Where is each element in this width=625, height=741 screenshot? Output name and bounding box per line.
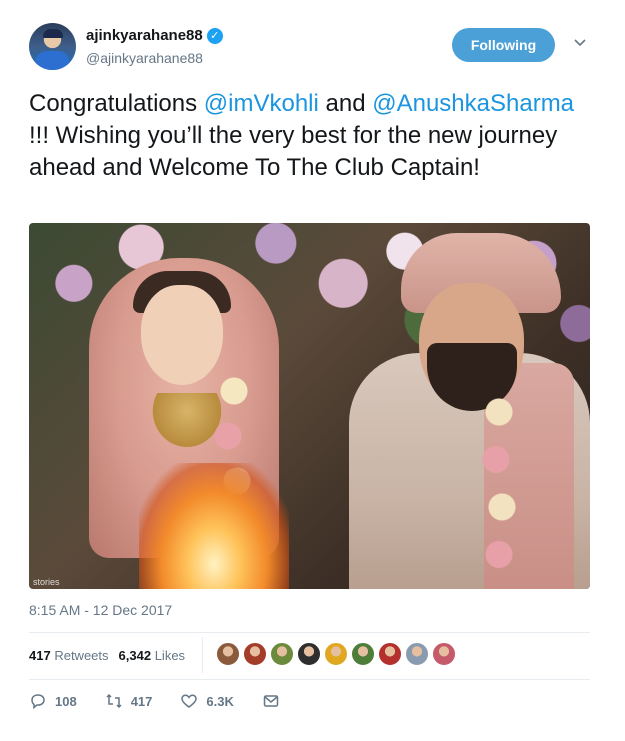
chevron-down-icon[interactable] xyxy=(572,34,588,50)
liker-avatar[interactable] xyxy=(351,642,375,666)
direct-message-button[interactable] xyxy=(262,692,280,710)
like-button[interactable]: 6.3K xyxy=(180,692,234,710)
tweet-text-part: and xyxy=(318,90,373,117)
display-name[interactable]: ajinkyarahane88 ✓ xyxy=(86,27,223,44)
liker-avatar[interactable] xyxy=(270,642,294,666)
liker-avatar[interactable] xyxy=(297,642,321,666)
sacred-fire xyxy=(139,463,289,589)
tweet-text: Congratulations @imVkohli and @AnushkaSh… xyxy=(29,88,599,184)
photo-watermark: stories xyxy=(33,577,60,587)
reply-icon xyxy=(31,694,45,710)
retweet-icon xyxy=(106,693,122,709)
profile-avatar[interactable] xyxy=(29,23,76,70)
retweet-count: 417 xyxy=(130,693,153,709)
tweet-text-part: Congratulations xyxy=(29,90,204,117)
bride-face xyxy=(141,285,223,385)
like-count: 6.3K xyxy=(206,693,234,709)
user-handle[interactable]: @ajinkyarahane88 xyxy=(86,50,203,66)
verified-badge-icon: ✓ xyxy=(206,27,223,44)
reply-button[interactable]: 108 xyxy=(29,692,77,710)
stats-separator xyxy=(202,637,203,673)
retweets-stat[interactable]: 417 Retweets xyxy=(29,648,109,663)
divider xyxy=(29,632,590,633)
direct-message-icon xyxy=(263,695,279,707)
liker-avatar[interactable] xyxy=(243,642,267,666)
like-icon xyxy=(181,694,198,708)
engagement-stats: 417 Retweets 6,342 Likes xyxy=(29,648,185,663)
liker-avatars xyxy=(216,642,456,666)
mention-link[interactable]: @AnushkaSharma xyxy=(372,90,574,117)
display-name-text: ajinkyarahane88 xyxy=(86,27,203,44)
likes-label: Likes xyxy=(154,648,186,663)
liker-avatar[interactable] xyxy=(378,642,402,666)
tweet-actions: 108 417 6.3K xyxy=(29,692,308,710)
avatar-cap xyxy=(43,29,63,38)
likes-count: 6,342 xyxy=(118,648,152,663)
groom-garland xyxy=(469,393,529,583)
following-button[interactable]: Following xyxy=(452,28,555,62)
avatar-shirt xyxy=(35,51,70,70)
tweet-photo[interactable]: stories xyxy=(29,223,590,589)
divider xyxy=(29,679,590,680)
tweet-text-part: !!! Wishing you’ll the very best for the… xyxy=(29,122,558,181)
liker-avatar[interactable] xyxy=(324,642,348,666)
retweet-button[interactable]: 417 xyxy=(105,692,153,710)
tweet-timestamp[interactable]: 8:15 AM - 12 Dec 2017 xyxy=(29,602,172,618)
likes-stat[interactable]: 6,342 Likes xyxy=(119,648,186,663)
liker-avatar[interactable] xyxy=(432,642,456,666)
reply-count: 108 xyxy=(55,693,77,709)
retweets-label: Retweets xyxy=(54,648,109,663)
liker-avatar[interactable] xyxy=(405,642,429,666)
liker-avatar[interactable] xyxy=(216,642,240,666)
retweets-count: 417 xyxy=(29,648,51,663)
mention-link[interactable]: @imVkohli xyxy=(204,90,319,117)
